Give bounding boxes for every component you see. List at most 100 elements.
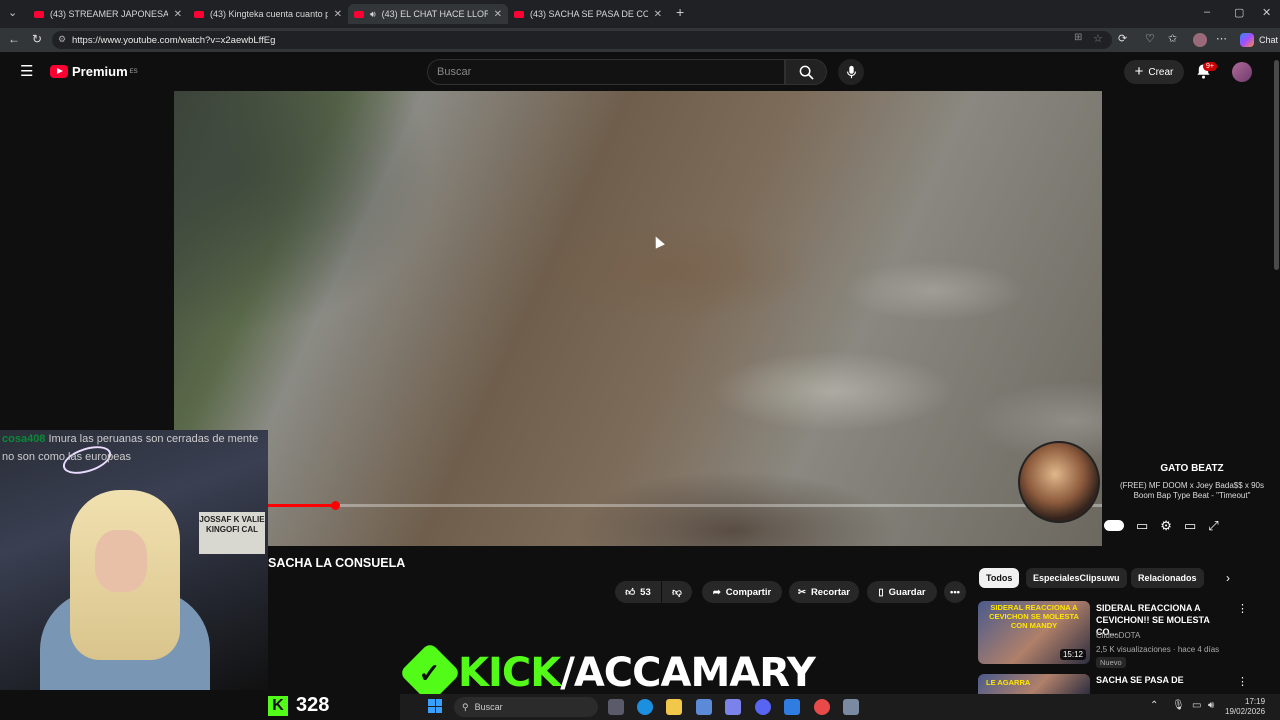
search-input[interactable]: Buscar	[427, 59, 785, 85]
app-icon[interactable]	[784, 699, 800, 715]
copilot-chat-label[interactable]: Chat	[1259, 35, 1278, 45]
store-icon[interactable]	[696, 699, 712, 715]
youtube-play-logo-icon	[50, 65, 68, 78]
progress-scrubber-handle[interactable]	[331, 501, 340, 510]
webcam-sign: JOSSAF K VALIE KINGOFI CAL	[199, 512, 265, 554]
reload-icon[interactable]: ↻	[32, 32, 42, 46]
teams-icon[interactable]	[725, 699, 741, 715]
favorite-star-icon[interactable]: ☆	[1093, 32, 1103, 45]
player-controls-right: ▭ ⚙ ▭ ⤢	[1104, 518, 1219, 534]
minimize-button[interactable]: –	[1204, 6, 1210, 18]
share-button[interactable]: ➦ Compartir	[702, 581, 782, 603]
account-avatar[interactable]	[1232, 62, 1252, 82]
region-code: ES	[129, 68, 138, 75]
obs-icon[interactable]	[814, 699, 830, 715]
browser-tab-3[interactable]: 🔊︎ (43) EL CHAT HACE LLORAR A ✕	[348, 4, 508, 24]
autoplay-toggle[interactable]	[1104, 520, 1124, 531]
volume-icon[interactable]: 🔊︎	[1208, 700, 1214, 711]
close-tab-icon[interactable]: ✕	[654, 9, 662, 20]
subtitles-icon[interactable]: ▭	[1136, 518, 1148, 534]
search-icon	[799, 65, 814, 80]
taskbar-clock[interactable]: 17:19 19/02/2026	[1225, 697, 1265, 717]
browser-tab-1[interactable]: (43) STREAMER JAPONESA NANA ✕	[28, 4, 188, 24]
profile-avatar-icon[interactable]	[1193, 33, 1207, 47]
browser-tab-4[interactable]: (43) SACHA SE PASA DE CONFIAN ✕	[508, 4, 668, 24]
theater-mode-icon[interactable]: ▭	[1184, 518, 1196, 534]
address-bar[interactable]: ⚙ https://www.youtube.com/watch?v=x2aewb…	[52, 31, 1112, 49]
more-horizontal-icon: •••	[950, 586, 960, 598]
close-window-button[interactable]: ✕	[1262, 6, 1271, 19]
browser-tab-2[interactable]: (43) Kingteka cuenta cuanto paga ✕	[188, 4, 348, 24]
maximize-button[interactable]: ▢	[1234, 6, 1244, 19]
related-thumbnail[interactable]: LE AGARRA	[978, 674, 1090, 694]
youtube-premium-logo[interactable]: Premium ES	[50, 64, 138, 79]
share-arrow-icon: ➦	[712, 586, 721, 598]
create-button[interactable]: + Crear	[1124, 60, 1184, 84]
save-label: Guardar	[888, 586, 926, 598]
tray-chevron-icon[interactable]: ⌃	[1150, 700, 1158, 711]
scissors-icon: ✂	[797, 586, 806, 598]
related-channel[interactable]: ClideoDOTA	[1096, 631, 1140, 640]
bookmark-icon: ▯	[878, 586, 884, 598]
settings-gear-icon[interactable]: ⚙	[1160, 518, 1172, 534]
related-more-icon[interactable]: ⋮	[1237, 602, 1248, 615]
favorites-icon[interactable]: ✩	[1168, 32, 1177, 45]
chip-especiales[interactable]: EspecialesClipsuwu	[1026, 568, 1127, 588]
related-thumbnail[interactable]: SIDERAL REACCIONA A CEVICHON SE MOLESTA …	[978, 601, 1090, 664]
discord-icon[interactable]	[755, 699, 771, 715]
fullscreen-icon[interactable]: ⤢	[1208, 518, 1218, 534]
thumbnail-caption: LE AGARRA	[986, 678, 1031, 687]
youtube-favicon-icon	[354, 10, 364, 18]
file-explorer-icon[interactable]	[666, 699, 682, 715]
close-tab-icon[interactable]: ✕	[174, 9, 182, 20]
back-arrow-icon[interactable]: ←	[8, 32, 20, 46]
close-tab-icon[interactable]: ✕	[334, 9, 342, 20]
mic-tray-icon[interactable]: 🎙︎	[1172, 700, 1185, 711]
search-button[interactable]	[785, 59, 827, 85]
kick-channel-text: KICK/ACCAMARY	[458, 650, 816, 696]
edge-browser-icon[interactable]	[637, 699, 653, 715]
taskbar-search-box[interactable]: ⚲ Buscar	[454, 697, 598, 717]
kick-viewer-count: K 328	[268, 694, 329, 717]
more-actions-button[interactable]: •••	[944, 581, 966, 603]
chip-related[interactable]: Relacionados	[1131, 568, 1204, 588]
speaker-icon[interactable]: 🔊︎	[370, 9, 376, 20]
site-info-icon[interactable]: ⚙	[58, 34, 66, 45]
more-options-icon[interactable]: ⋯	[1216, 32, 1227, 45]
save-button[interactable]: ▯ Guardar	[867, 581, 937, 603]
thumbs-down-icon: 👎︎	[672, 587, 682, 598]
dislike-button[interactable]: 👎︎	[662, 581, 692, 603]
task-view-icon[interactable]	[608, 699, 624, 715]
related-more-icon[interactable]: ⋮	[1237, 675, 1248, 688]
clock-date: 19/02/2026	[1225, 707, 1266, 716]
clip-button[interactable]: ✂ Recortar	[789, 581, 859, 603]
windows-start-icon[interactable]	[428, 699, 442, 713]
performance-icon[interactable]: ♡	[1145, 32, 1155, 45]
extension-icon[interactable]: ⟳	[1118, 32, 1127, 45]
music-track-title: (FREE) MF DOOM x Joey Bada$$ x 90s Boom …	[1119, 481, 1265, 500]
close-tab-icon[interactable]: ✕	[494, 9, 502, 20]
settings-app-icon[interactable]	[843, 699, 859, 715]
network-icon[interactable]: ▭	[1192, 700, 1201, 711]
voice-search-button[interactable]	[838, 59, 864, 85]
music-album-thumbnail[interactable]	[1018, 441, 1100, 523]
tab-list-chevron-icon[interactable]: ⌄	[8, 6, 17, 19]
video-player[interactable]	[174, 91, 1102, 546]
related-title[interactable]: SACHA SE PASA DE	[1096, 674, 1228, 686]
chip-all[interactable]: Todos	[979, 568, 1020, 588]
chips-next-chevron-icon[interactable]: ›	[1226, 571, 1230, 585]
copilot-icon[interactable]	[1240, 33, 1254, 47]
menu-hamburger-icon[interactable]: ☰	[20, 62, 33, 80]
like-button[interactable]: 👍︎ 53	[615, 581, 661, 603]
new-tab-button[interactable]: +	[676, 4, 684, 20]
youtube-favicon-icon	[514, 10, 524, 18]
new-badge: Nuevo	[1096, 657, 1126, 668]
app-available-icon[interactable]: ⊞	[1074, 32, 1082, 43]
music-artist-name: GATO BEATZ	[1160, 463, 1224, 474]
video-progress-bar[interactable]	[268, 504, 1102, 507]
related-stats: 2,5 K visualizaciones · hace 4 días	[1096, 645, 1220, 654]
page-scrollbar[interactable]	[1274, 60, 1279, 270]
thumbs-up-icon: 👍︎	[625, 587, 636, 598]
thumbnail-caption: SIDERAL REACCIONA A CEVICHON SE MOLESTA …	[989, 603, 1079, 630]
kick-logo-icon: K	[268, 695, 288, 716]
